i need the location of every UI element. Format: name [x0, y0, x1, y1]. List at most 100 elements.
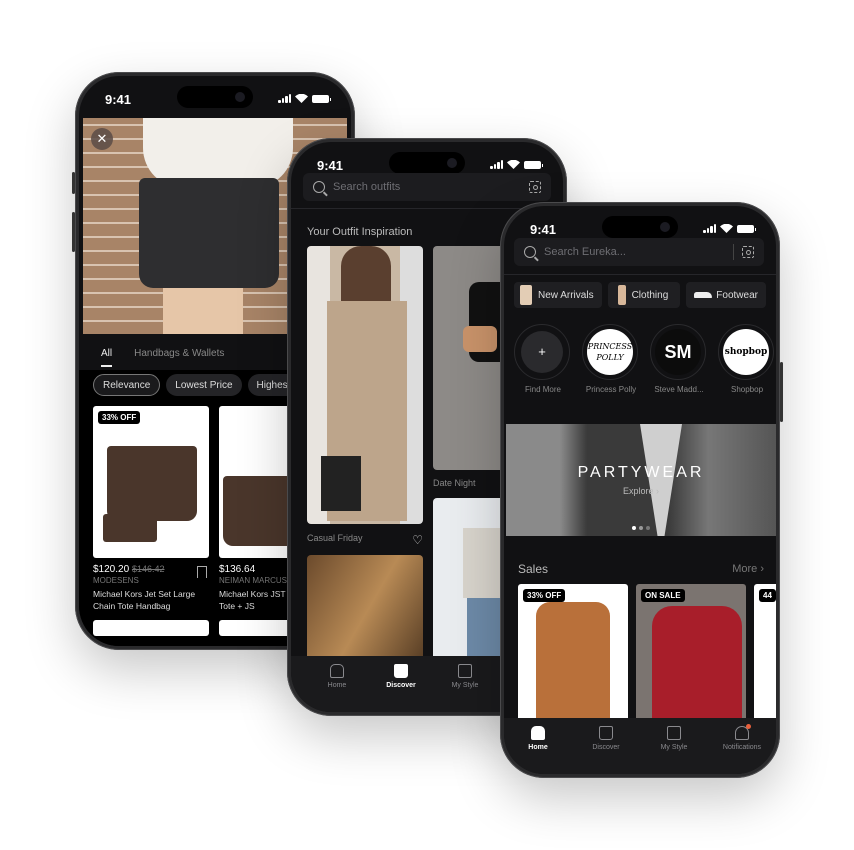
brand-row: + Find More PRINCESS POLLY Princess Poll… — [514, 324, 776, 394]
brand-name: Steve Madd... — [654, 385, 704, 394]
tab-discover[interactable]: Discover — [371, 664, 431, 712]
tab-label: Discover — [386, 682, 416, 689]
new-arrivals-thumbnail — [520, 285, 532, 305]
category-row: New Arrivals Clothing Footwear — [514, 282, 766, 308]
scan-icon[interactable] — [529, 181, 541, 193]
signal-icon — [278, 94, 291, 103]
phone-home: 9:41 Search Eureka... New Arrivals Cloth… — [500, 202, 783, 778]
search-icon — [524, 246, 536, 258]
partywear-banner[interactable]: PARTYWEAR Explore › — [506, 424, 776, 536]
outfit-image — [307, 246, 423, 524]
notification-dot — [746, 724, 751, 729]
brand-find-more[interactable]: + Find More — [514, 324, 572, 394]
discount-badge: 33% OFF — [523, 589, 566, 602]
steve-madden-logo: SM — [655, 329, 701, 375]
discount-badge: 33% OFF — [98, 411, 141, 424]
sale-card[interactable]: ON SALE — [636, 584, 746, 732]
handbag-image — [139, 178, 279, 288]
status-time: 9:41 — [530, 222, 557, 237]
section-title: Your Outfit Inspiration — [307, 226, 413, 238]
category-tabs: All Handbags & Wallets — [101, 348, 224, 367]
sales-title: Sales — [518, 562, 549, 576]
store-name: MODESENS — [93, 576, 139, 585]
home-icon — [330, 664, 344, 678]
scan-icon[interactable] — [742, 246, 754, 258]
wifi-icon — [295, 94, 308, 103]
brand-name: Princess Polly — [585, 385, 637, 394]
heart-icon[interactable]: ♡ — [412, 533, 423, 547]
outfit-card[interactable]: Casual Friday ♡ — [307, 246, 423, 675]
banner-explore-link[interactable]: Explore › — [506, 486, 776, 496]
status-bar: 9:41 — [79, 76, 351, 120]
bell-icon — [735, 724, 751, 740]
brand-steve-madden[interactable]: SM Steve Madd... — [650, 324, 708, 394]
signal-icon — [490, 160, 503, 169]
tab-notifications[interactable]: Notifications — [712, 724, 772, 774]
sales-more-link[interactable]: More › — [732, 563, 764, 575]
carousel-dot-active — [632, 526, 636, 530]
sort-chips: Relevance Lowest Price Highest — [93, 374, 300, 396]
original-price: $146.42 — [131, 564, 165, 574]
sort-lowest-price[interactable]: Lowest Price — [166, 374, 242, 396]
carousel-dot — [646, 526, 650, 530]
brand-shopbop[interactable]: shopbop Shopbop — [718, 324, 776, 394]
home-icon — [531, 726, 545, 740]
tab-my-style[interactable]: My Style — [435, 664, 495, 712]
discount-badge: 44 — [759, 589, 776, 602]
shopbop-logo: shopbop — [723, 329, 769, 375]
tab-all[interactable]: All — [101, 348, 113, 367]
search-eureka-input[interactable]: Search Eureka... — [514, 238, 764, 266]
princess-polly-logo: PRINCESS POLLY — [587, 329, 633, 375]
product-card[interactable]: 33% OFF $120.20 $146.42 MODESENS Michael… — [93, 406, 209, 636]
shopping-bag-icon — [599, 726, 613, 740]
status-time: 9:41 — [317, 158, 344, 173]
on-sale-badge: ON SALE — [641, 589, 685, 602]
brand-name: Shopbop — [730, 385, 764, 394]
sale-card[interactable]: 44 — [754, 584, 776, 732]
tab-discover[interactable]: Discover — [576, 726, 636, 774]
tab-home[interactable]: Home — [307, 664, 367, 712]
category-clothing[interactable]: Clothing — [607, 282, 681, 308]
battery-icon — [737, 224, 756, 233]
wifi-icon — [720, 224, 733, 233]
sales-header: Sales More › — [518, 562, 764, 576]
bottom-tab-bar: Home Discover My Style Notifications — [504, 718, 776, 774]
tab-label: Discover — [592, 744, 620, 751]
search-icon — [313, 181, 325, 193]
battery-icon — [312, 94, 331, 103]
search-placeholder: Search outfits — [333, 181, 401, 193]
category-label: Footwear — [716, 289, 758, 301]
red-coat-image — [652, 606, 742, 732]
brand-princess-polly[interactable]: PRINCESS POLLY Princess Polly — [582, 324, 640, 394]
shopping-bag-icon — [394, 664, 408, 678]
wifi-icon — [507, 160, 520, 169]
bookmark-icon — [667, 726, 681, 740]
close-icon: ✕ — [96, 131, 108, 146]
sale-card[interactable]: 33% OFF — [518, 584, 628, 732]
tab-label: Home — [528, 744, 548, 751]
tab-my-style[interactable]: My Style — [644, 726, 704, 774]
brand-name: Find More — [524, 385, 561, 394]
product-price: $120.20 — [93, 564, 130, 575]
search-placeholder: Search Eureka... — [544, 246, 626, 258]
category-label: Clothing — [631, 289, 669, 301]
sort-relevance[interactable]: Relevance — [93, 374, 161, 396]
tab-home[interactable]: Home — [508, 726, 568, 774]
category-footwear[interactable]: Footwear — [686, 282, 766, 308]
tab-label: My Style — [451, 682, 479, 689]
signal-icon — [703, 224, 716, 233]
bookmark-icon[interactable] — [197, 566, 207, 578]
tab-label: Notifications — [722, 744, 762, 751]
category-new-arrivals[interactable]: New Arrivals — [514, 282, 602, 308]
battery-icon — [524, 160, 543, 169]
tab-handbags-wallets[interactable]: Handbags & Wallets — [134, 348, 224, 367]
search-outfits-input[interactable]: Search outfits — [303, 173, 551, 201]
carousel-dots — [506, 526, 776, 530]
product-image: 33% OFF — [93, 406, 209, 558]
status-time: 9:41 — [105, 92, 132, 107]
sneaker-thumbnail — [694, 292, 713, 298]
close-button[interactable]: ✕ — [91, 128, 113, 150]
tab-label: Home — [327, 682, 347, 689]
carousel-dot — [639, 526, 643, 530]
coat-image — [536, 602, 610, 726]
